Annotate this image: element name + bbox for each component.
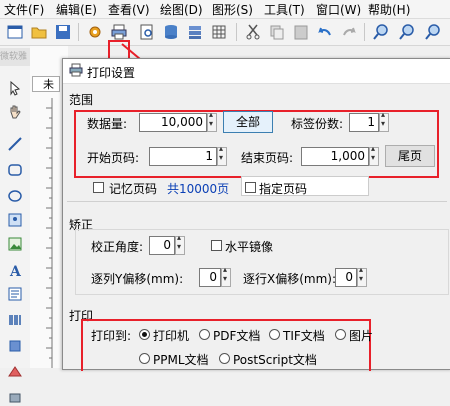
remember-page-label: 记忆页码 xyxy=(109,182,158,196)
x-offset-label: 逐行X偏移(mm): xyxy=(243,272,337,286)
remember-page-checkbox[interactable] xyxy=(93,182,104,193)
menu-bar: 文件(F) 编辑(E) 查看(V) 绘图(D) 图形(S) 工具(T) 窗口(W… xyxy=(0,0,450,19)
angle-field[interactable]: 0 xyxy=(149,236,175,255)
y-offset-label: 逐列Y偏移(mm): xyxy=(91,272,184,286)
dialog-titlebar[interactable]: 打印设置 xyxy=(63,59,450,84)
option-ppml-label: PPML文档 xyxy=(153,353,209,367)
menu-help[interactable]: 帮助(H) xyxy=(368,1,410,18)
pointer-icon[interactable] xyxy=(7,80,23,96)
picture-tool-icon[interactable] xyxy=(7,236,23,252)
zoom-in-icon[interactable] xyxy=(372,23,390,41)
text-tool-icon[interactable]: A xyxy=(7,262,23,278)
image-tool-icon[interactable] xyxy=(7,212,23,228)
x-offset-spinner[interactable] xyxy=(357,265,367,287)
zoom-fit-icon[interactable] xyxy=(424,23,442,41)
ruler-ticks xyxy=(46,98,53,368)
divider xyxy=(67,201,447,202)
menu-draw[interactable]: 绘图(D) xyxy=(160,1,203,18)
svg-text:A: A xyxy=(9,264,22,278)
radio-tif[interactable] xyxy=(269,329,280,340)
barcode-tool-icon[interactable] xyxy=(7,312,23,328)
y-offset-spinner[interactable] xyxy=(221,265,231,287)
angle-label: 校正角度: xyxy=(91,240,144,254)
print-settings-dialog: 打印设置 范围 数据量: 10,000 全部 标签份数: 1 开始页码: 1 结… xyxy=(62,58,450,371)
start-page-field[interactable]: 1 xyxy=(149,147,217,166)
start-page-label: 开始页码: xyxy=(87,151,140,165)
copies-spinner[interactable] xyxy=(379,110,389,132)
end-page-field[interactable]: 1,000 xyxy=(301,147,369,166)
data-count-spinner[interactable] xyxy=(207,110,217,132)
new-document-icon[interactable] xyxy=(6,23,24,41)
print-preview-icon[interactable] xyxy=(138,23,156,41)
radio-postscript[interactable] xyxy=(219,353,230,364)
copies-field[interactable]: 1 xyxy=(349,113,379,132)
line-tool-icon[interactable] xyxy=(7,136,23,152)
x-offset-field[interactable]: 0 xyxy=(335,268,357,287)
ellipse-tool-icon[interactable] xyxy=(7,188,23,204)
vector-tool-icon[interactable] xyxy=(7,364,23,380)
rich-text-icon[interactable] xyxy=(7,286,23,302)
angle-spinner[interactable] xyxy=(175,233,185,255)
shape-tool-icon[interactable] xyxy=(7,338,23,354)
more-tools-icon[interactable] xyxy=(7,390,23,406)
grid-icon[interactable] xyxy=(210,23,228,41)
radio-ppml[interactable] xyxy=(139,353,150,364)
document-tab[interactable]: 未 xyxy=(32,76,60,92)
y-offset-field[interactable]: 0 xyxy=(199,268,221,287)
redo-icon[interactable] xyxy=(340,23,358,41)
menu-tools[interactable]: 工具(T) xyxy=(264,1,305,18)
radio-pdf[interactable] xyxy=(199,329,210,340)
mirror-label: 水平镜像 xyxy=(225,240,274,254)
end-page-spinner[interactable] xyxy=(369,144,379,166)
rectangle-tool-icon[interactable] xyxy=(7,162,23,178)
all-button[interactable]: 全部 xyxy=(223,111,273,133)
option-pdf-label: PDF文档 xyxy=(213,329,261,343)
specify-page-checkbox[interactable] xyxy=(245,182,256,193)
print-to-label: 打印到: xyxy=(91,329,132,343)
last-page-button[interactable]: 尾页 xyxy=(385,145,435,167)
stack-icon[interactable] xyxy=(186,23,204,41)
menu-edit[interactable]: 编辑(E) xyxy=(56,1,97,18)
specify-page-label: 指定页码 xyxy=(259,182,308,196)
start-page-spinner[interactable] xyxy=(217,144,227,166)
total-pages-text: 共10000页 xyxy=(167,182,230,196)
data-count-field[interactable]: 10,000 xyxy=(139,113,207,132)
cut-icon[interactable] xyxy=(244,23,262,41)
undo-icon[interactable] xyxy=(316,23,334,41)
toolbar xyxy=(0,19,450,62)
database-icon[interactable] xyxy=(162,23,180,41)
printer-icon xyxy=(69,63,83,77)
menu-view[interactable]: 查看(V) xyxy=(108,1,150,18)
option-postscript-label: PostScript文档 xyxy=(233,353,317,367)
option-image-label: 图片 xyxy=(349,329,374,343)
radio-image[interactable] xyxy=(335,329,346,340)
dialog-title: 打印设置 xyxy=(87,66,136,80)
zoom-out-icon[interactable] xyxy=(398,23,416,41)
font-name-tab[interactable]: 微软雅黑 xyxy=(0,48,30,66)
menu-shape[interactable]: 图形(S) xyxy=(212,1,253,18)
mirror-checkbox[interactable] xyxy=(211,240,222,251)
end-page-label: 结束页码: xyxy=(241,151,294,165)
settings-gear-icon[interactable] xyxy=(86,23,104,41)
copy-icon[interactable] xyxy=(268,23,286,41)
menu-file[interactable]: 文件(F) xyxy=(4,1,44,18)
print-icon[interactable] xyxy=(110,23,128,41)
copies-label: 标签份数: xyxy=(291,117,344,131)
radio-printer[interactable] xyxy=(139,329,150,340)
data-count-label: 数据量: xyxy=(87,117,128,131)
option-tif-label: TIF文档 xyxy=(283,329,325,343)
paste-icon[interactable] xyxy=(292,23,310,41)
left-toolbox: 微软雅黑 A xyxy=(0,46,31,403)
hand-icon[interactable] xyxy=(7,104,23,120)
menu-window[interactable]: 窗口(W) xyxy=(316,1,361,18)
save-icon[interactable] xyxy=(54,23,72,41)
option-printer-label: 打印机 xyxy=(153,329,190,343)
open-folder-icon[interactable] xyxy=(30,23,48,41)
